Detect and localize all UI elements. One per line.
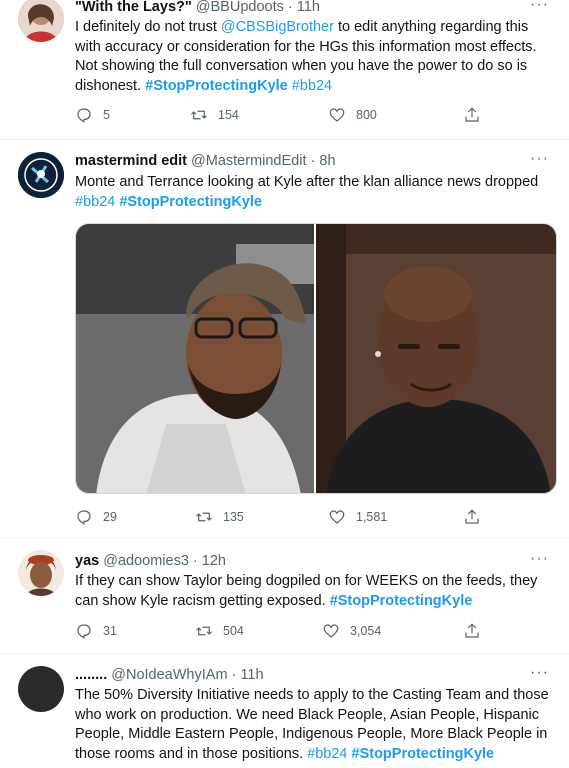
more-icon[interactable]: ···: [530, 0, 549, 13]
timestamp[interactable]: 8h: [319, 153, 335, 169]
hashtag-link[interactable]: #StopProtectingKyle: [145, 78, 288, 94]
mention-link[interactable]: @CBSBigBrother: [221, 19, 334, 35]
reply-count: 31: [103, 624, 117, 638]
user-handle[interactable]: @BBUpdoots: [196, 0, 284, 15]
reply-button[interactable]: 5: [75, 106, 110, 124]
separator-dot: ·: [287, 0, 293, 15]
display-name[interactable]: mastermind edit: [75, 153, 187, 169]
photo-man-white-hoodie: [76, 224, 314, 493]
separator-dot: ·: [192, 553, 198, 569]
display-name[interactable]: "With the Lays?": [75, 0, 192, 15]
reply-icon: [77, 108, 91, 123]
retweet-count: 135: [223, 510, 244, 524]
reply-icon: [77, 624, 91, 639]
share-button[interactable]: [463, 508, 481, 526]
timestamp[interactable]: 12h: [202, 553, 226, 569]
heart-icon: [329, 510, 345, 524]
reply-count: 5: [103, 108, 110, 122]
hashtag-link[interactable]: #StopProtectingKyle: [330, 593, 473, 609]
hashtag-link[interactable]: #bb24: [307, 746, 347, 762]
hashtag-link[interactable]: #StopProtectingKyle: [119, 194, 262, 210]
avatar-image: [18, 550, 64, 596]
tweet-actions: 31 504 3,054: [75, 622, 495, 642]
retweet-icon: [196, 512, 212, 522]
tweet[interactable]: yas @adoomies3 · 12h ··· If they can sho…: [0, 538, 569, 654]
avatar[interactable]: [18, 152, 64, 198]
like-button[interactable]: 3,054: [322, 622, 381, 640]
share-button[interactable]: [463, 106, 481, 124]
tweet-header: mastermind edit @MastermindEdit · 8h: [75, 152, 336, 170]
like-button[interactable]: 800: [328, 106, 377, 124]
like-count: 800: [356, 108, 377, 122]
retweet-icon: [191, 110, 207, 120]
tweet-header: yas @adoomies3 · 12h: [75, 552, 226, 570]
tweet-header: ........ @NoIdeaWhyIAm · 11h: [75, 666, 264, 684]
retweet-button[interactable]: 504: [195, 622, 244, 640]
reply-icon: [77, 510, 91, 525]
share-icon: [465, 623, 479, 638]
hashtag-link[interactable]: #bb24: [75, 194, 115, 210]
heart-icon: [323, 624, 339, 638]
tweet[interactable]: mastermind edit @MastermindEdit · 8h ···…: [0, 140, 569, 538]
tweet[interactable]: ........ @NoIdeaWhyIAm · 11h ··· The 50%…: [0, 654, 569, 768]
retweet-button[interactable]: 154: [190, 106, 239, 124]
display-name[interactable]: ........: [75, 667, 107, 683]
hashtag-link[interactable]: #bb24: [292, 78, 332, 94]
reply-button[interactable]: 29: [75, 508, 117, 526]
avatar[interactable]: [18, 666, 64, 712]
heart-icon: [329, 108, 345, 122]
share-icon: [465, 509, 479, 524]
tweet-header: "With the Lays?" @BBUpdoots · 11h: [75, 0, 320, 16]
like-button[interactable]: 1,581: [328, 508, 387, 526]
tweet-actions: 5 154 800: [75, 106, 495, 126]
more-icon[interactable]: ···: [530, 551, 549, 567]
hashtag-link[interactable]: #StopProtectingKyle: [352, 746, 495, 762]
separator-dot: ·: [310, 153, 316, 169]
user-handle[interactable]: @NoIdeaWhyIAm: [111, 667, 227, 683]
media-image-left[interactable]: [76, 224, 316, 493]
user-handle[interactable]: @adoomies3: [103, 553, 189, 569]
timestamp[interactable]: 11h: [297, 0, 320, 15]
avatar[interactable]: [18, 550, 64, 596]
more-icon[interactable]: ···: [530, 665, 549, 681]
avatar-image: [18, 152, 64, 198]
retweet-button[interactable]: 135: [195, 508, 244, 526]
reply-button[interactable]: 31: [75, 622, 117, 640]
retweet-icon: [196, 626, 212, 636]
tweet-text: Monte and Terrance looking at Kyle after…: [75, 173, 555, 212]
tweet[interactable]: "With the Lays?" @BBUpdoots · 11h ··· I …: [0, 0, 569, 140]
retweet-count: 154: [218, 108, 239, 122]
tweet-text: If they can show Taylor being dogpiled o…: [75, 572, 555, 611]
text-segment: I definitely do not trust: [75, 19, 221, 35]
more-icon[interactable]: ···: [530, 151, 549, 167]
like-count: 1,581: [356, 510, 388, 524]
user-handle[interactable]: @MastermindEdit: [191, 153, 306, 169]
photo-man-dark-shirt: [316, 224, 556, 493]
tweet-media[interactable]: [75, 223, 557, 494]
tweet-actions: 29 135 1,581: [75, 508, 495, 528]
share-icon: [465, 107, 479, 122]
timestamp[interactable]: 11h: [240, 667, 263, 683]
avatar[interactable]: [18, 0, 64, 42]
avatar-image: [18, 0, 64, 42]
tweet-text: The 50% Diversity Initiative needs to ap…: [75, 686, 555, 764]
share-button[interactable]: [463, 622, 481, 640]
retweet-count: 504: [223, 624, 244, 638]
reply-count: 29: [103, 510, 117, 524]
display-name[interactable]: yas: [75, 553, 99, 569]
tweet-text: I definitely do not trust @CBSBigBrother…: [75, 18, 555, 96]
media-image-right[interactable]: [316, 224, 556, 493]
like-count: 3,054: [350, 624, 382, 638]
separator-dot: ·: [231, 667, 237, 683]
text-segment: Monte and Terrance looking at Kyle after…: [75, 174, 539, 190]
